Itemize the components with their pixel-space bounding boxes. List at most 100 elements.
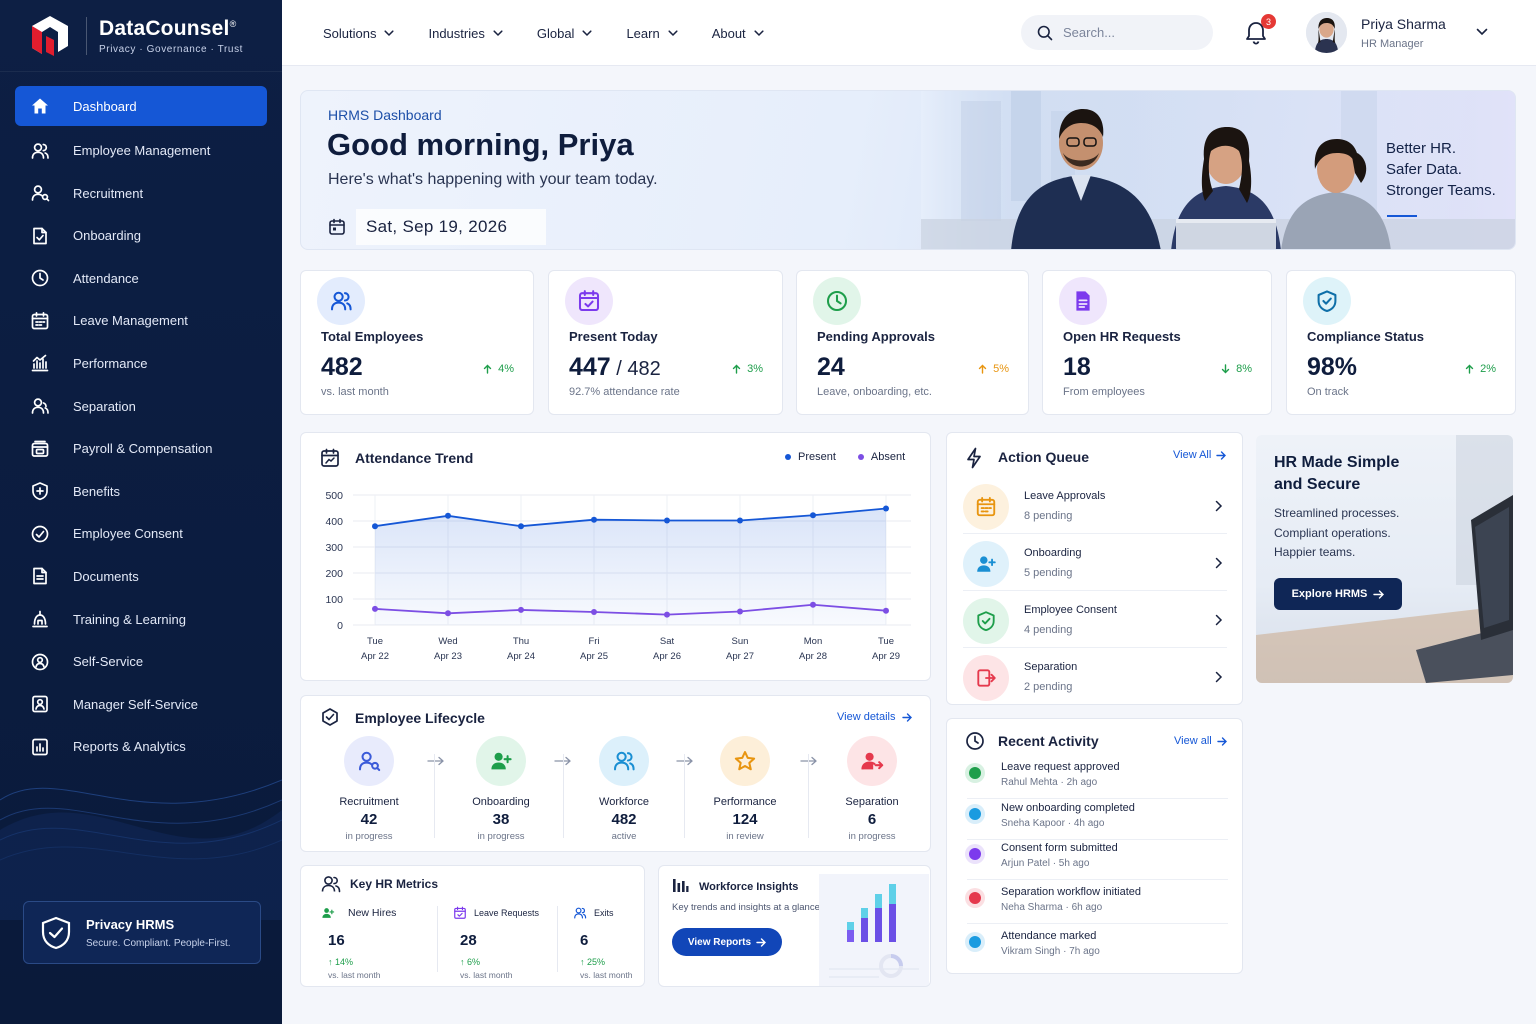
menu-solutions[interactable]: Solutions [323,26,395,41]
metric-new-hires[interactable]: New Hires 16 ↑ 14% vs. last month [321,906,431,980]
brand[interactable]: DataCounsel® Privacy · Governance · Trus… [0,0,282,72]
notification-count-badge: 3 [1261,14,1276,29]
divider [434,754,435,838]
arrow-up-icon [732,364,741,374]
action-queue-view-all[interactable]: View All [1173,449,1227,461]
menu-about[interactable]: About [712,26,764,41]
absent-point [664,611,670,618]
stat-card-open-hr-requests[interactable]: Open HR Requests 18 From employees 8% [1042,270,1272,415]
lifecycle-stage-performance[interactable]: Performance 124 in review [690,736,800,842]
arrow-right-icon [901,712,912,722]
activity-meta: Sneha Kapoor · 4h ago [1001,818,1105,829]
menu-learn[interactable]: Learn [626,26,678,41]
sidebar-item-attendance[interactable]: Attendance [15,258,267,299]
sidebar-item-label: Manager Self-Service [73,696,198,712]
stat-trend-value: 4% [498,363,514,375]
stat-subtitle: Leave, onboarding, etc. [817,386,932,398]
sidebar-item-documents[interactable]: Documents [15,556,267,597]
search-box[interactable] [1021,15,1213,50]
action-item-leave-approvals[interactable]: Leave Approvals 8 pending [963,478,1227,534]
hero-tagline-line: Safer Data. [1386,161,1462,178]
activity-item[interactable]: Leave request approved Rahul Mehta · 2h … [967,759,1228,799]
x-tick-date: Apr 23 [434,651,462,662]
sidebar-item-label: Separation [73,398,136,414]
key-metrics-title: Key HR Metrics [350,877,439,891]
accent-underline [1387,215,1417,217]
view-reports-button[interactable]: View Reports [672,928,782,956]
sidebar-item-self-service[interactable]: Self-Service [15,641,267,682]
user-plus-icon [977,556,996,572]
lifecycle-stage-onboarding[interactable]: Onboarding 38 in progress [446,736,556,842]
document-icon [1059,277,1107,325]
sidebar-item-onboarding[interactable]: Onboarding [15,215,267,256]
menu-global[interactable]: Global [537,26,593,41]
stage-status: in progress [848,831,896,842]
notifications-button[interactable]: 3 [1244,14,1276,46]
activity-meta: Vikram Singh · 7h ago [1001,946,1100,957]
lifecycle-view-details[interactable]: View details [837,711,912,723]
action-item-onboarding[interactable]: Onboarding 5 pending [963,535,1227,591]
absent-point [591,609,597,615]
sidebar-item-dashboard[interactable]: Dashboard [15,86,267,126]
activity-item[interactable]: Consent form submitted Arjun Patel · 5h … [967,840,1228,880]
lifecycle-stage-separation[interactable]: Separation 6 in progress [817,736,927,842]
y-tick-label: 400 [325,516,343,528]
action-item-pending: 8 pending [1024,510,1073,522]
privacy-card-title: Privacy HRMS [86,916,175,932]
stat-card-total-employees[interactable]: Total Employees 482 vs. last month 4% [300,270,534,415]
explore-hrms-button[interactable]: Explore HRMS [1274,578,1402,610]
promo-card: HR Made Simple and Secure Streamlined pr… [1256,435,1513,683]
x-tick-day: Fri [588,636,599,647]
stat-card-compliance-status[interactable]: Compliance Status 98% On track 2% [1286,270,1516,415]
stage-name: Recruitment [339,796,399,808]
activity-item[interactable]: Attendance marked Vikram Singh · 7h ago [967,928,1228,968]
action-item-employee-consent[interactable]: Employee Consent 4 pending [963,592,1227,648]
arrow-up-icon [483,364,492,374]
sidebar-item-recruitment[interactable]: Recruitment [15,173,267,214]
metric-leave-requests[interactable]: Leave Requests 28 ↑ 6% vs. last month [453,906,563,980]
y-tick-label: 100 [325,594,343,606]
x-tick-date: Apr 26 [653,651,681,662]
user-menu[interactable]: Priya Sharma HR Manager [1306,12,1488,53]
present-point [664,517,670,524]
menu-label: Global [536,25,575,41]
sidebar-item-manager-self-service[interactable]: Manager Self-Service [15,684,267,725]
sidebar-item-benefits[interactable]: Benefits [15,471,267,512]
stage-value: 42 [360,811,378,828]
brand-text: DataCounsel® Privacy · Governance · Trus… [86,16,244,55]
calendar-icon [963,484,1009,530]
x-tick-date: Apr 22 [361,651,389,662]
chevron-down-icon[interactable] [1476,28,1488,36]
menu-industries[interactable]: Industries [428,26,503,41]
sidebar-item-separation[interactable]: Separation [15,386,267,427]
brand-tagline: Privacy · Governance · Trust [99,43,244,55]
sidebar-item-leave-management[interactable]: Leave Management [15,300,267,341]
action-queue-title: Action Queue [998,449,1090,465]
activity-item[interactable]: Separation workflow initiated Neha Sharm… [967,884,1228,924]
users-icon [321,876,341,893]
lifecycle-stage-recruitment[interactable]: Recruitment 42 in progress [314,736,424,842]
exit-icon [977,669,996,687]
user-role: HR Manager [1361,37,1424,50]
search-input[interactable] [1063,25,1193,40]
sidebar-item-employee-consent[interactable]: Employee Consent [15,513,267,554]
stat-value: 24 [817,353,845,382]
sidebar-item-payroll-and-compensation[interactable]: Payroll & Compensation [15,428,267,469]
lifecycle-stage-workforce[interactable]: Workforce 482 active [569,736,679,842]
stat-number: 482 [321,353,363,381]
action-item-separation[interactable]: Separation 2 pending [963,649,1227,705]
sidebar-item-label: Onboarding [73,228,141,244]
x-tick-day: Wed [438,636,457,647]
promo-title-line: HR Made Simple [1274,454,1400,471]
metric-label-text: Leave Requests [474,908,540,918]
stat-card-pending-approvals[interactable]: Pending Approvals 24 Leave, onboarding, … [796,270,1029,415]
recent-activity-view-all[interactable]: View all [1174,735,1227,747]
activity-item[interactable]: New onboarding completed Sneha Kapoor · … [967,800,1228,840]
attendance-trend-card: Attendance Trend Present Absent 0 100 200 3… [300,432,931,681]
sidebar-item-performance[interactable]: Performance [15,343,267,384]
stat-card-present-today[interactable]: Present Today 447 / 482 92.7% attendance… [548,270,783,415]
sidebar-item-training-and-learning[interactable]: Training & Learning [15,599,267,640]
user-plus-icon [476,736,526,786]
privacy-hrms-card[interactable]: Privacy HRMS Secure. Compliant. People-F… [23,901,261,964]
sidebar-item-employee-management[interactable]: Employee Management [15,130,267,171]
